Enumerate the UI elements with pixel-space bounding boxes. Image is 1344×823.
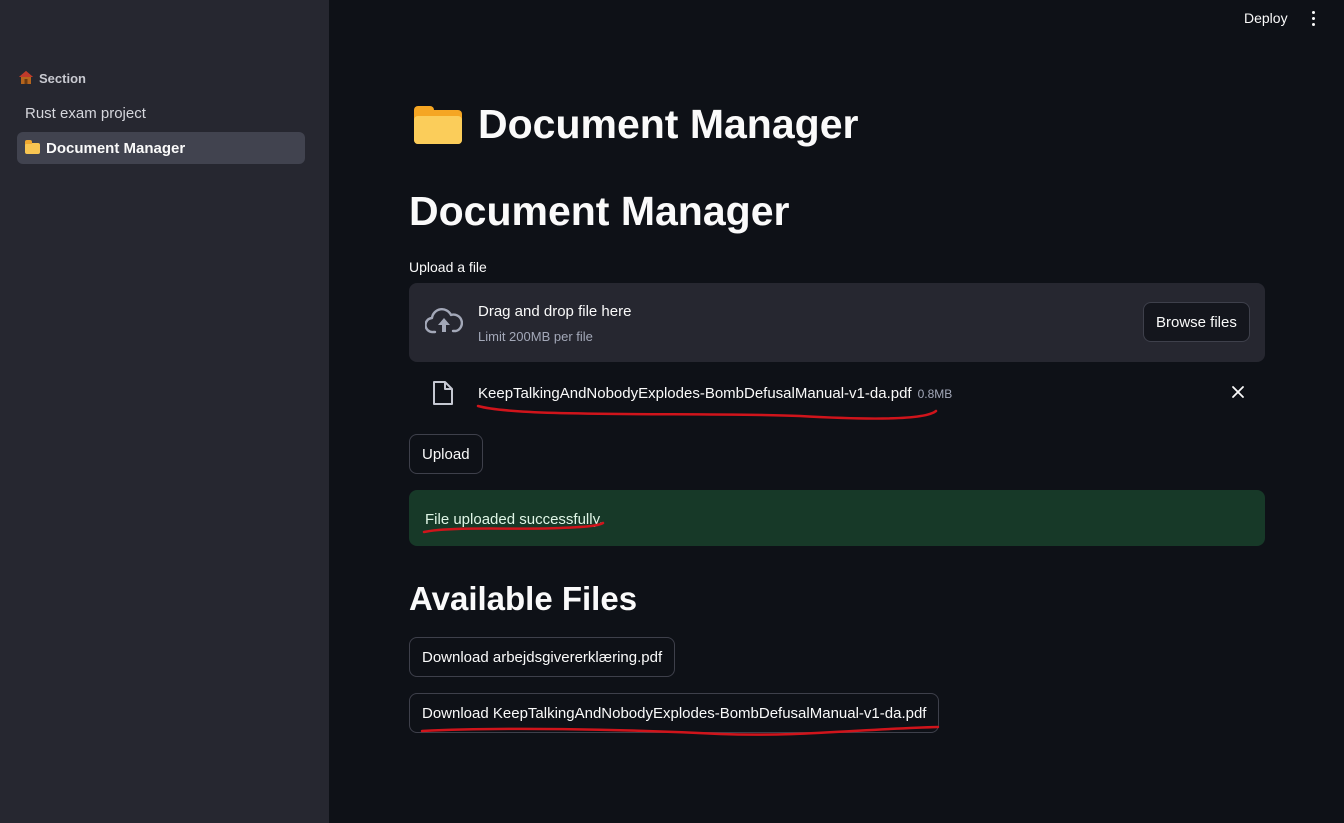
- download-button[interactable]: Download arbejdsgivererklæring.pdf: [409, 637, 676, 677]
- folder-icon: [25, 139, 40, 154]
- sidebar-item-label: Rust exam project: [25, 104, 146, 122]
- uploaded-file-name: KeepTalkingAndNobodyExplodes-BombDefusal…: [478, 385, 952, 402]
- page-title: Document Manager: [414, 98, 858, 150]
- folder-icon: [414, 104, 462, 144]
- dropzone-title: Drag and drop file here: [478, 303, 632, 320]
- download-button[interactable]: Download KeepTalkingAndNobodyExplodes-Bo…: [409, 693, 940, 733]
- cloud-upload-icon: [425, 308, 463, 334]
- deploy-button[interactable]: Deploy: [1232, 6, 1300, 30]
- success-message: File uploaded successfully.: [425, 511, 604, 528]
- section-heading: Document Manager: [409, 188, 790, 234]
- uploader-label: Upload a file: [409, 259, 487, 275]
- success-alert: File uploaded successfully.: [409, 490, 1265, 546]
- sidebar: Section Rust exam project Document Manag…: [0, 0, 329, 823]
- sidebar-item-rust-exam-project[interactable]: Rust exam project: [17, 97, 305, 129]
- sidebar-item-label: Document Manager: [46, 139, 186, 157]
- close-icon[interactable]: [1230, 384, 1246, 400]
- dropzone-limit: Limit 200MB per file: [478, 329, 593, 344]
- file-name-text: KeepTalkingAndNobodyExplodes-BombDefusal…: [478, 385, 912, 402]
- browse-files-button[interactable]: Browse files: [1143, 302, 1250, 342]
- file-dropzone[interactable]: Drag and drop file here Limit 200MB per …: [409, 283, 1265, 362]
- main-menu-icon[interactable]: [1303, 7, 1323, 29]
- section-label: Section: [39, 71, 86, 86]
- sidebar-section-header: Section: [19, 71, 86, 86]
- file-size: 0.8MB: [917, 387, 953, 401]
- page-title-text: Document Manager: [478, 100, 859, 147]
- file-icon: [433, 381, 453, 405]
- uploaded-file-row: KeepTalkingAndNobodyExplodes-BombDefusal…: [409, 374, 1265, 414]
- available-files-heading: Available Files: [409, 580, 638, 617]
- house-icon: [19, 71, 33, 86]
- upload-button[interactable]: Upload: [409, 434, 483, 474]
- sidebar-item-document-manager[interactable]: Document Manager: [17, 132, 305, 164]
